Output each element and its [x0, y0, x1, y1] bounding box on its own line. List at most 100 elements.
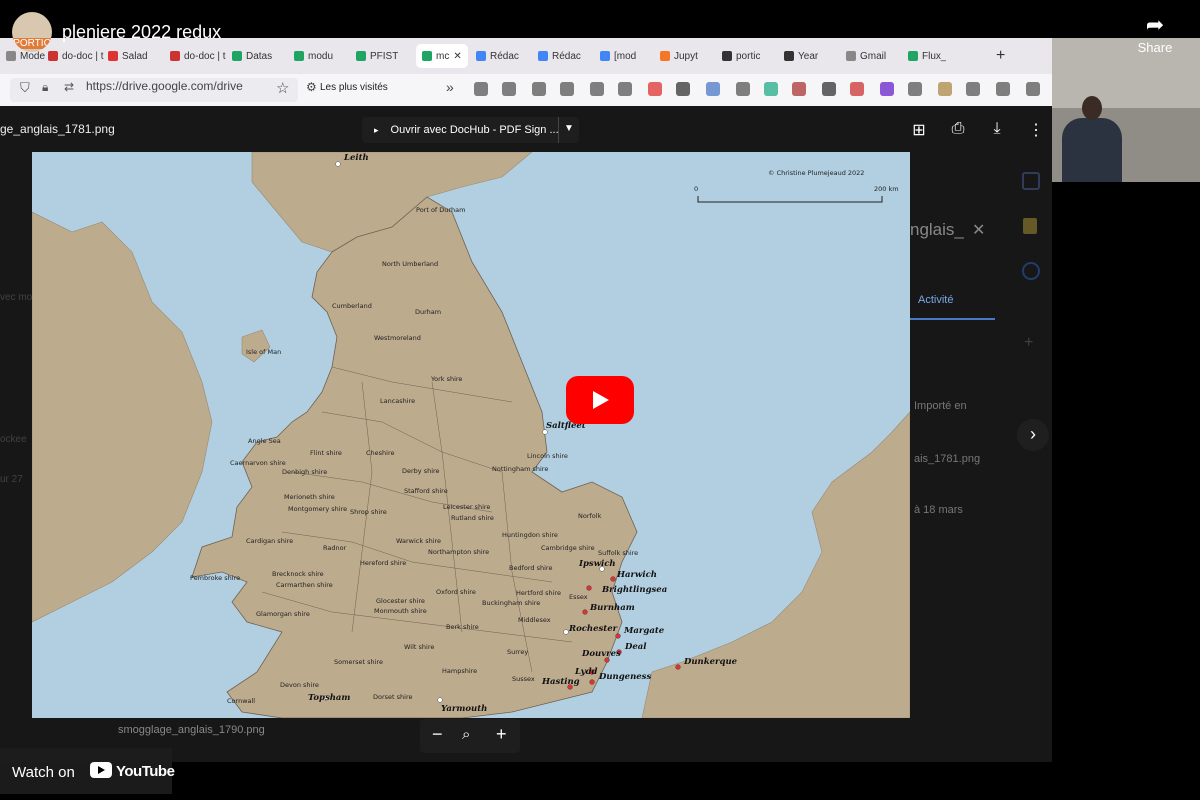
- play-button[interactable]: [566, 376, 634, 424]
- browser-tab[interactable]: do-doc | t: [48, 44, 104, 68]
- zoom-out-icon[interactable]: −: [432, 724, 443, 745]
- tab-label: PFIST: [370, 50, 399, 62]
- chevron-down-icon[interactable]: ▼: [564, 123, 574, 134]
- map-svg: 0 200 km © Christine Plumejeaud 2022 Por…: [32, 152, 910, 718]
- extension-icon[interactable]: [618, 82, 632, 96]
- extension-icon[interactable]: [706, 82, 720, 96]
- extension-icon[interactable]: [938, 82, 952, 96]
- watch-on-youtube-button[interactable]: Watch on YouTube: [0, 748, 175, 794]
- county-label: Sussex: [512, 675, 535, 683]
- bookmark-most-visited[interactable]: Les plus visités: [320, 82, 388, 93]
- extension-icon[interactable]: [532, 82, 546, 96]
- county-label: Isle of Man: [246, 348, 281, 356]
- county-label: Oxford shire: [436, 588, 476, 596]
- county-label: Brecknock shire: [272, 570, 324, 578]
- extension-icon[interactable]: [908, 82, 922, 96]
- port-marker: [563, 629, 569, 635]
- tab-label: Flux_: [922, 50, 947, 62]
- browser-tab[interactable]: portic: [722, 44, 760, 68]
- url-text: https://drive.google.com/drive: [86, 79, 243, 93]
- browser-tab[interactable]: Jupyt: [660, 44, 698, 68]
- tab-label: Rédac: [552, 50, 581, 62]
- print-icon[interactable]: ⎙: [948, 120, 968, 140]
- port-label: Yarmouth: [441, 704, 487, 714]
- port-label: Douvres: [581, 649, 621, 659]
- extension-icon[interactable]: [792, 82, 806, 96]
- extension-icon[interactable]: [676, 82, 690, 96]
- extension-icon[interactable]: [966, 82, 980, 96]
- extension-icon[interactable]: [764, 82, 778, 96]
- zoom-reset-icon[interactable]: ⌕: [462, 726, 470, 743]
- county-label: Hertford shire: [516, 589, 561, 597]
- county-label: Merioneth shire: [284, 493, 335, 501]
- extension-icon[interactable]: [880, 82, 894, 96]
- tab-label: Mode: [20, 50, 46, 62]
- extension-icon[interactable]: [850, 82, 864, 96]
- open-with-button[interactable]: ▸ Ouvrir avec DocHub - PDF Sign ... ▼: [362, 117, 579, 143]
- share-label: Share: [1137, 40, 1173, 55]
- tab-label: Salad: [122, 50, 148, 62]
- port-label: Dungeness: [598, 672, 651, 682]
- tab-label: do-doc | t: [184, 50, 226, 62]
- port-label: Dunkerque: [683, 657, 738, 667]
- next-arrow-button[interactable]: ›: [1017, 419, 1049, 451]
- browser-tab[interactable]: Flux_: [908, 44, 946, 68]
- next-file-name[interactable]: smogglage_anglais_1790.png: [118, 724, 265, 736]
- extension-icon[interactable]: [736, 82, 750, 96]
- download-icon[interactable]: ⤓: [987, 120, 1007, 140]
- divider: [558, 117, 559, 143]
- county-label: Stafford shire: [404, 487, 448, 495]
- channel-avatar[interactable]: PORTIC: [12, 12, 52, 52]
- add-comment-icon[interactable]: ⊞: [909, 120, 929, 140]
- port-marker: [437, 697, 443, 703]
- browser-tab[interactable]: Salad: [108, 44, 148, 68]
- tab-activity[interactable]: Activité: [918, 294, 953, 306]
- port-label: Deal: [624, 642, 647, 652]
- channel-avatar-label: PORTIC: [12, 38, 52, 49]
- extension-icon[interactable]: [474, 82, 488, 96]
- county-label: Montgomery shire: [288, 505, 347, 513]
- extension-icon[interactable]: [590, 82, 604, 96]
- play-icon: [593, 391, 609, 409]
- browser-tab[interactable]: Datas: [232, 44, 272, 68]
- port-label: Lydd: [574, 667, 598, 677]
- new-tab-icon[interactable]: +: [996, 44, 1005, 68]
- share-button[interactable]: ➦ Share: [1130, 12, 1180, 62]
- extension-icon[interactable]: [502, 82, 516, 96]
- extension-icon[interactable]: [648, 82, 662, 96]
- browser-tab[interactable]: modu: [294, 44, 333, 68]
- extension-icon[interactable]: [996, 82, 1010, 96]
- browser-tab[interactable]: Rédac: [476, 44, 519, 68]
- county-label: Pembroke shire: [190, 574, 240, 582]
- tab-label: Year: [798, 50, 819, 62]
- county-label: Cheshire: [366, 449, 395, 457]
- star-icon[interactable]: ☆: [276, 79, 289, 97]
- overflow-chevrons-icon[interactable]: »: [446, 79, 454, 95]
- browser-tab[interactable]: PFIST: [356, 44, 398, 68]
- video-title[interactable]: pleniere 2022 redux: [62, 22, 221, 43]
- extension-icon[interactable]: [822, 82, 836, 96]
- close-icon[interactable]: ✕: [972, 220, 985, 240]
- activity-text-3: à 18 mars: [914, 504, 963, 516]
- isle-of-man-landmass: [241, 329, 271, 363]
- browser-tab[interactable]: mc ✕: [416, 44, 468, 68]
- shield-icon: ⛉: [20, 80, 30, 95]
- more-vertical-icon[interactable]: ⋮: [1026, 120, 1046, 140]
- tab-label: modu: [308, 50, 334, 62]
- browser-tab[interactable]: Gmail: [846, 44, 886, 68]
- extension-icon[interactable]: [1026, 82, 1040, 96]
- browser-tab[interactable]: Rédac: [538, 44, 581, 68]
- tab-favicon-icon: [908, 51, 918, 61]
- tab-favicon-icon: [600, 51, 610, 61]
- zoom-in-icon[interactable]: +: [496, 724, 507, 745]
- tab-label: portic: [736, 50, 761, 62]
- browser-tab[interactable]: Year: [784, 44, 818, 68]
- browser-tab[interactable]: [mod: [600, 44, 636, 68]
- browser-tab[interactable]: do-doc | t: [170, 44, 226, 68]
- file-name: ge_anglais_1781.png: [0, 122, 115, 136]
- county-label: Suffolk shire: [598, 549, 638, 557]
- close-tab-icon[interactable]: ✕: [453, 51, 461, 62]
- extension-icon[interactable]: [560, 82, 574, 96]
- tab-favicon-icon: [538, 51, 548, 61]
- browser-tab-bar: Mode do-doc | t Salad do-doc | t Datas modu PF…: [0, 38, 1052, 74]
